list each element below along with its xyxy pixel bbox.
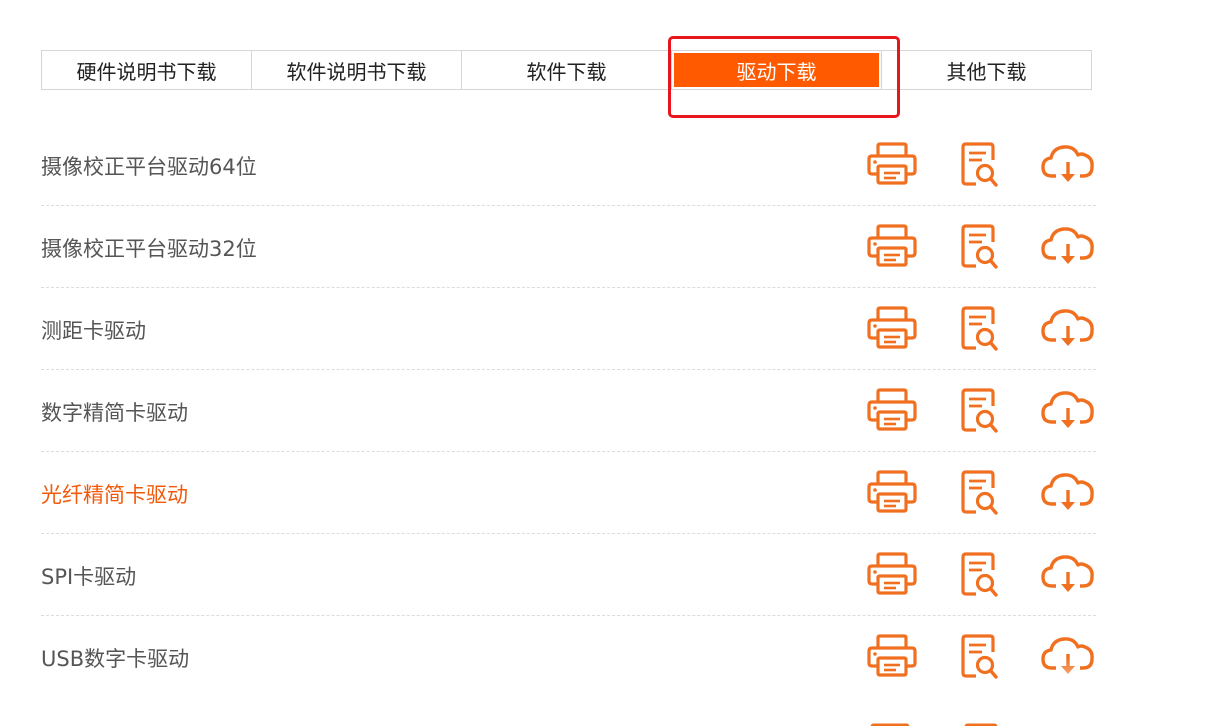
driver-name-link[interactable]: 光纤精简卡驱动: [41, 479, 188, 509]
driver-download-page: 硬件说明书下载 软件说明书下载 软件下载 驱动下载 其他下载 摄像校正平台驱动6…: [0, 0, 1206, 726]
cloud-download-icon[interactable]: [1040, 306, 1096, 354]
printer-icon[interactable]: [866, 634, 922, 682]
driver-name-link[interactable]: 测距卡驱动: [41, 315, 146, 345]
document-search-icon[interactable]: [960, 470, 1016, 518]
document-search-icon[interactable]: [960, 634, 1016, 682]
printer-icon[interactable]: [866, 552, 922, 600]
list-item: USB数字卡驱动: [41, 616, 1096, 698]
printer-icon[interactable]: [866, 388, 922, 436]
tab-other-download[interactable]: 其他下载: [881, 50, 1092, 90]
download-category-tabs: 硬件说明书下载 软件说明书下载 软件下载 驱动下载 其他下载: [41, 50, 1096, 90]
document-search-icon[interactable]: [960, 388, 1016, 436]
driver-name-link[interactable]: 摄像校正平台驱动64位: [41, 151, 257, 181]
cloud-download-icon[interactable]: [1040, 388, 1096, 436]
printer-icon[interactable]: [866, 142, 922, 190]
driver-list: 摄像校正平台驱动64位 摄像校正平台驱动32位 测距卡驱动 数字精简卡驱动 光纤…: [41, 124, 1096, 698]
list-item: 数字精简卡驱动: [41, 370, 1096, 452]
cloud-download-icon[interactable]: [1040, 224, 1096, 272]
list-item: 测距卡驱动: [41, 288, 1096, 370]
tab-label: 软件说明书下载: [286, 59, 427, 84]
printer-icon[interactable]: [866, 306, 922, 354]
tab-label: 硬件说明书下载: [76, 59, 217, 84]
document-search-icon[interactable]: [960, 552, 1016, 600]
tab-label: 软件下载: [526, 59, 607, 84]
tab-software-manual[interactable]: 软件说明书下载: [251, 50, 462, 90]
tab-active-fill: 驱动下载: [674, 53, 879, 87]
list-item: 摄像校正平台驱动64位: [41, 124, 1096, 206]
driver-name-link[interactable]: 摄像校正平台驱动32位: [41, 233, 257, 263]
list-item: 光纤精简卡驱动: [41, 452, 1096, 534]
document-search-icon[interactable]: [960, 142, 1016, 190]
document-search-icon[interactable]: [960, 306, 1016, 354]
printer-icon[interactable]: [866, 470, 922, 518]
scroll-fade-overlay: [1060, 658, 1074, 724]
list-item: 摄像校正平台驱动32位: [41, 206, 1096, 288]
cloud-download-icon[interactable]: [1040, 552, 1096, 600]
tab-driver-download[interactable]: 驱动下载: [671, 50, 882, 90]
driver-name-link[interactable]: SPI卡驱动: [41, 561, 136, 591]
cloud-download-icon[interactable]: [1040, 142, 1096, 190]
tab-label: 其他下载: [946, 59, 1027, 84]
tab-label: 驱动下载: [736, 59, 817, 84]
tab-hardware-manual[interactable]: 硬件说明书下载: [41, 50, 252, 90]
tab-software-download[interactable]: 软件下载: [461, 50, 672, 90]
printer-icon[interactable]: [866, 224, 922, 272]
list-item: SPI卡驱动: [41, 534, 1096, 616]
document-search-icon[interactable]: [960, 224, 1016, 272]
cloud-download-icon[interactable]: [1040, 470, 1096, 518]
driver-name-link[interactable]: 数字精简卡驱动: [41, 397, 188, 427]
driver-name-link[interactable]: USB数字卡驱动: [41, 643, 189, 673]
